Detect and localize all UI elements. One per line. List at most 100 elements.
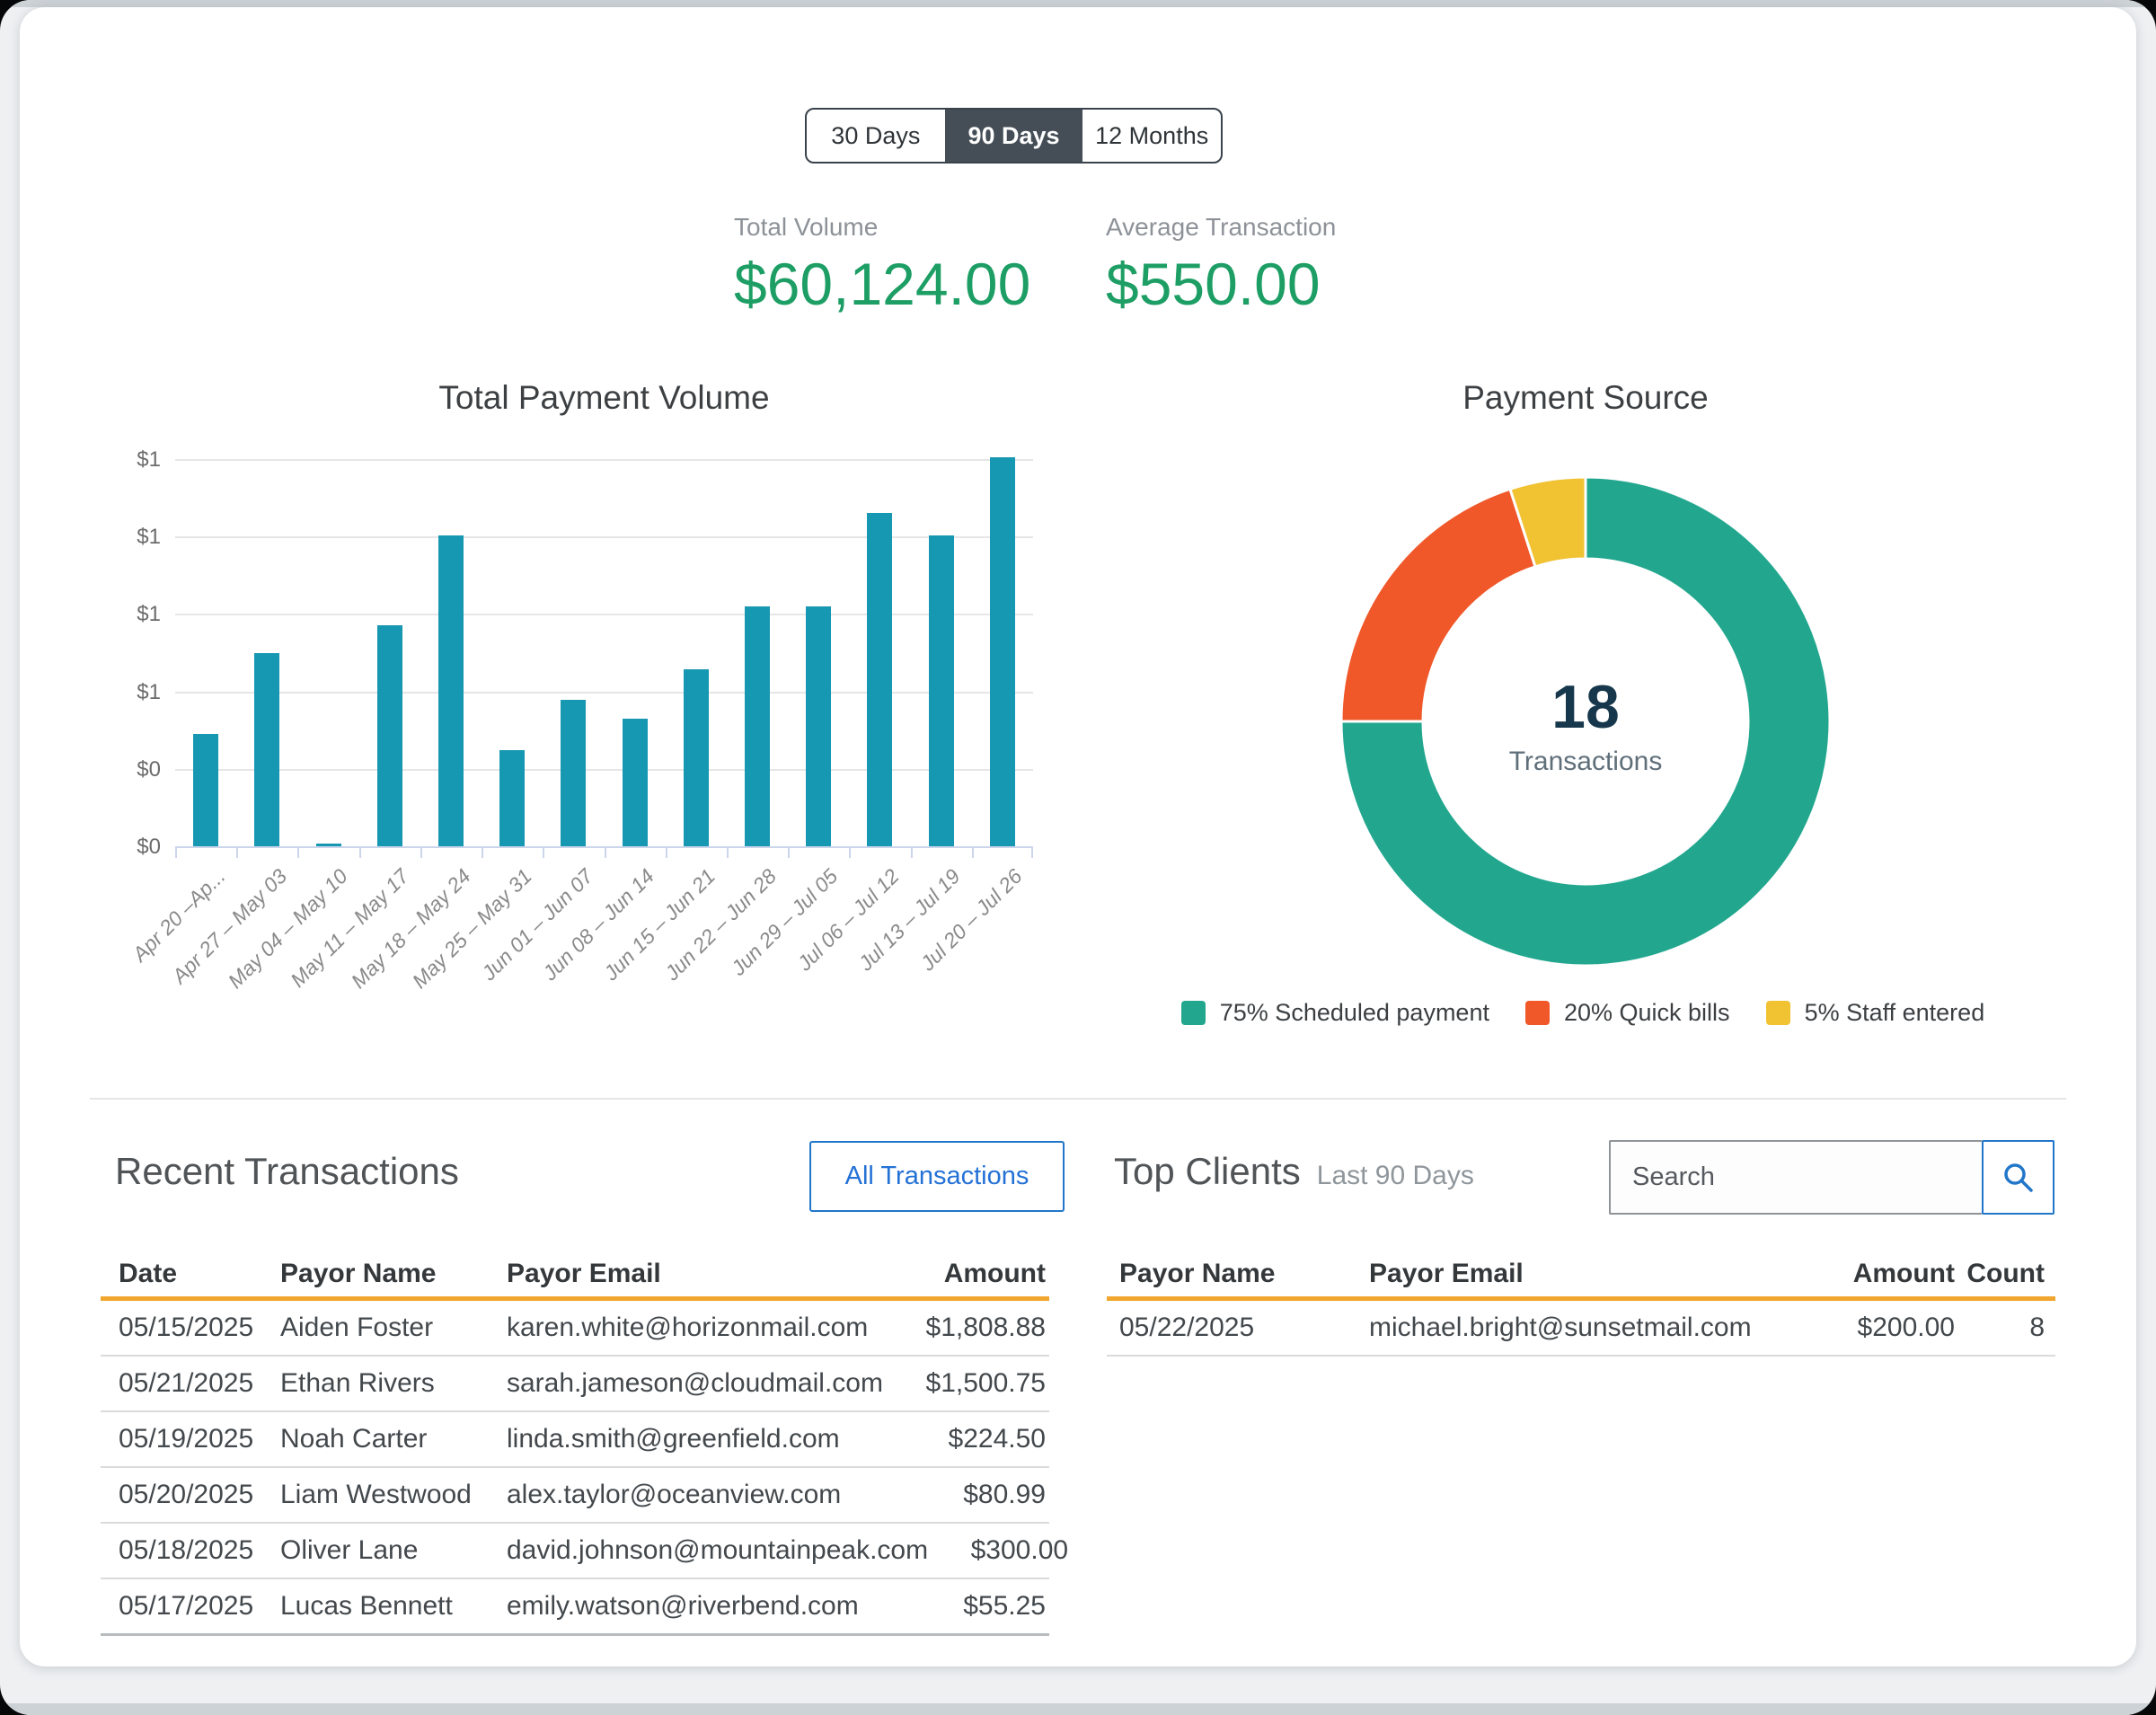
dashboard-page: 30 Days 90 Days 12 Months Total Volume $… <box>0 0 2156 1715</box>
cell-payor-email: emily.watson@riverbend.com <box>507 1591 906 1622</box>
average-transaction-label: Average Transaction <box>1106 210 1336 244</box>
donut-chart-title: Payment Source <box>1334 379 1837 417</box>
cell-amount: $1,500.75 <box>906 1368 1049 1399</box>
cell-amount: $80.99 <box>906 1480 1049 1510</box>
cell-count: 8 <box>1955 1313 2055 1343</box>
x-axis-tick-mark <box>972 848 974 858</box>
tab-30-days[interactable]: 30 Days <box>807 110 945 162</box>
y-gridline <box>175 459 1033 461</box>
bar-chart-title: Total Payment Volume <box>175 379 1033 417</box>
cell-payor-name: Noah Carter <box>280 1424 507 1454</box>
all-transactions-button[interactable]: All Transactions <box>809 1141 1065 1212</box>
legend-label-scheduled-payment: 75% Scheduled payment <box>1220 999 1489 1027</box>
cell-date: 05/17/2025 <box>101 1591 280 1622</box>
table-row: 05/22/2025michael.bright@sunsetmail.com$… <box>1107 1301 2055 1357</box>
total-volume-label: Total Volume <box>734 210 1030 244</box>
x-axis-tick-mark <box>359 848 361 858</box>
x-axis-tick-mark <box>911 848 913 858</box>
x-axis-tick-mark <box>236 848 238 858</box>
y-gridline <box>175 692 1033 694</box>
legend-label-quick-bills: 20% Quick bills <box>1564 999 1730 1027</box>
column-header-count: Count <box>1955 1259 2055 1289</box>
cell-payor-name: Lucas Bennett <box>280 1591 507 1622</box>
legend-swatch-scheduled-payment <box>1181 1001 1206 1025</box>
cell-amount: $55.25 <box>906 1591 1049 1622</box>
column-header-payor-name: Payor Name <box>280 1259 507 1289</box>
table-row: 05/21/2025Ethan Riverssarah.jameson@clou… <box>101 1357 1049 1412</box>
recent-transactions-body: 05/15/2025Aiden Fosterkaren.white@horizo… <box>101 1301 1049 1636</box>
donut-legend: 75% Scheduled payment 20% Quick bills 5% S… <box>1116 999 2050 1027</box>
cell-payor-email: alex.taylor@oceanview.com <box>507 1480 906 1510</box>
window-top-strip <box>0 0 2156 7</box>
bar-12[interactable] <box>867 513 892 846</box>
cell-payor-email: karen.white@horizonmail.com <box>507 1313 906 1343</box>
x-axis-tick-mark <box>482 848 483 858</box>
legend-item-staff-entered[interactable]: 5% Staff entered <box>1766 999 1985 1027</box>
section-divider <box>90 1098 2066 1100</box>
x-axis-label: Jun 01 – Jun 07 <box>477 864 598 986</box>
bar-1[interactable] <box>193 734 218 846</box>
column-header-amount: Amount <box>1793 1259 1955 1289</box>
bar-8[interactable] <box>623 719 648 846</box>
recent-transactions-title: Recent Transactions <box>115 1150 459 1193</box>
donut-slice-quick-bills[interactable] <box>1341 489 1535 721</box>
y-gridline <box>175 769 1033 771</box>
bar-5[interactable] <box>438 535 464 846</box>
y-gridline <box>175 614 1033 615</box>
table-row: 05/19/2025Noah Carterlinda.smith@greenfi… <box>101 1412 1049 1468</box>
bar-6[interactable] <box>499 750 525 846</box>
y-axis-tick-label: $1 <box>80 526 161 549</box>
bar-9[interactable] <box>684 669 709 846</box>
cell-amount: $200.00 <box>1793 1313 1955 1343</box>
bar-2[interactable] <box>254 653 279 846</box>
cell-payor-email: david.johnson@mountainpeak.com <box>507 1535 928 1566</box>
legend-swatch-quick-bills <box>1525 1001 1550 1025</box>
recent-transactions-table: Date Payor Name Payor Email Amount 05/15… <box>101 1251 1049 1636</box>
top-clients-header: Payor Name Payor Email Amount Count <box>1107 1251 2055 1296</box>
cell-amount: $1,808.88 <box>906 1313 1049 1343</box>
tab-90-days[interactable]: 90 Days <box>945 110 1083 162</box>
search-button[interactable] <box>1982 1140 2054 1215</box>
y-gridline <box>175 536 1033 538</box>
top-clients-search <box>1609 1140 2054 1215</box>
x-axis-label: Jun 29 – Jul 05 <box>727 864 843 980</box>
cell-payor-name: 05/22/2025 <box>1107 1313 1369 1343</box>
top-clients-subtitle: Last 90 Days <box>1317 1161 1474 1191</box>
search-input[interactable] <box>1609 1140 1982 1215</box>
cell-payor-name: Ethan Rivers <box>280 1368 507 1399</box>
top-clients-table: Payor Name Payor Email Amount Count 05/2… <box>1107 1251 2055 1357</box>
cell-payor-name: Oliver Lane <box>280 1535 507 1566</box>
x-axis-tick-mark <box>297 848 299 858</box>
tab-12-months[interactable]: 12 Months <box>1082 110 1221 162</box>
x-axis-tick-mark <box>666 848 667 858</box>
cell-date: 05/19/2025 <box>101 1424 280 1454</box>
top-clients-title-group: Top Clients Last 90 Days <box>1114 1150 1474 1193</box>
table-row: 05/15/2025Aiden Fosterkaren.white@horizo… <box>101 1301 1049 1357</box>
y-axis-tick-label: $0 <box>80 835 161 859</box>
legend-item-scheduled-payment[interactable]: 75% Scheduled payment <box>1181 999 1489 1027</box>
bar-7[interactable] <box>561 700 586 846</box>
cell-payor-email: michael.bright@sunsetmail.com <box>1369 1313 1793 1343</box>
bar-10[interactable] <box>745 606 770 846</box>
bar-4[interactable] <box>377 625 402 846</box>
cell-payor-name: Aiden Foster <box>280 1313 507 1343</box>
column-header-payor-name: Payor Name <box>1107 1259 1369 1289</box>
y-axis-tick-label: $1 <box>80 448 161 472</box>
recent-transactions-header: Date Payor Name Payor Email Amount <box>101 1251 1049 1296</box>
legend-item-quick-bills[interactable]: 20% Quick bills <box>1525 999 1730 1027</box>
total-payment-volume-chart: $0$0$1$1$1$1Apr 20 –Ap...Apr 27 – May 03… <box>175 459 1033 848</box>
total-volume-value: $60,124.00 <box>734 244 1030 323</box>
cell-payor-email: linda.smith@greenfield.com <box>507 1424 906 1454</box>
top-clients-body: 05/22/2025michael.bright@sunsetmail.com$… <box>1107 1301 2055 1357</box>
column-header-payor-email: Payor Email <box>1369 1259 1793 1289</box>
x-axis-tick-mark <box>788 848 790 858</box>
payment-source-donut-chart <box>1334 470 1837 973</box>
average-transaction-value: $550.00 <box>1106 244 1336 323</box>
cell-date: 05/20/2025 <box>101 1480 280 1510</box>
x-axis-tick-mark <box>605 848 606 858</box>
bar-11[interactable] <box>806 606 831 846</box>
bar-14[interactable] <box>990 457 1015 846</box>
top-clients-title: Top Clients <box>1114 1150 1301 1193</box>
bar-13[interactable] <box>929 535 954 846</box>
x-axis-tick-mark <box>543 848 544 858</box>
